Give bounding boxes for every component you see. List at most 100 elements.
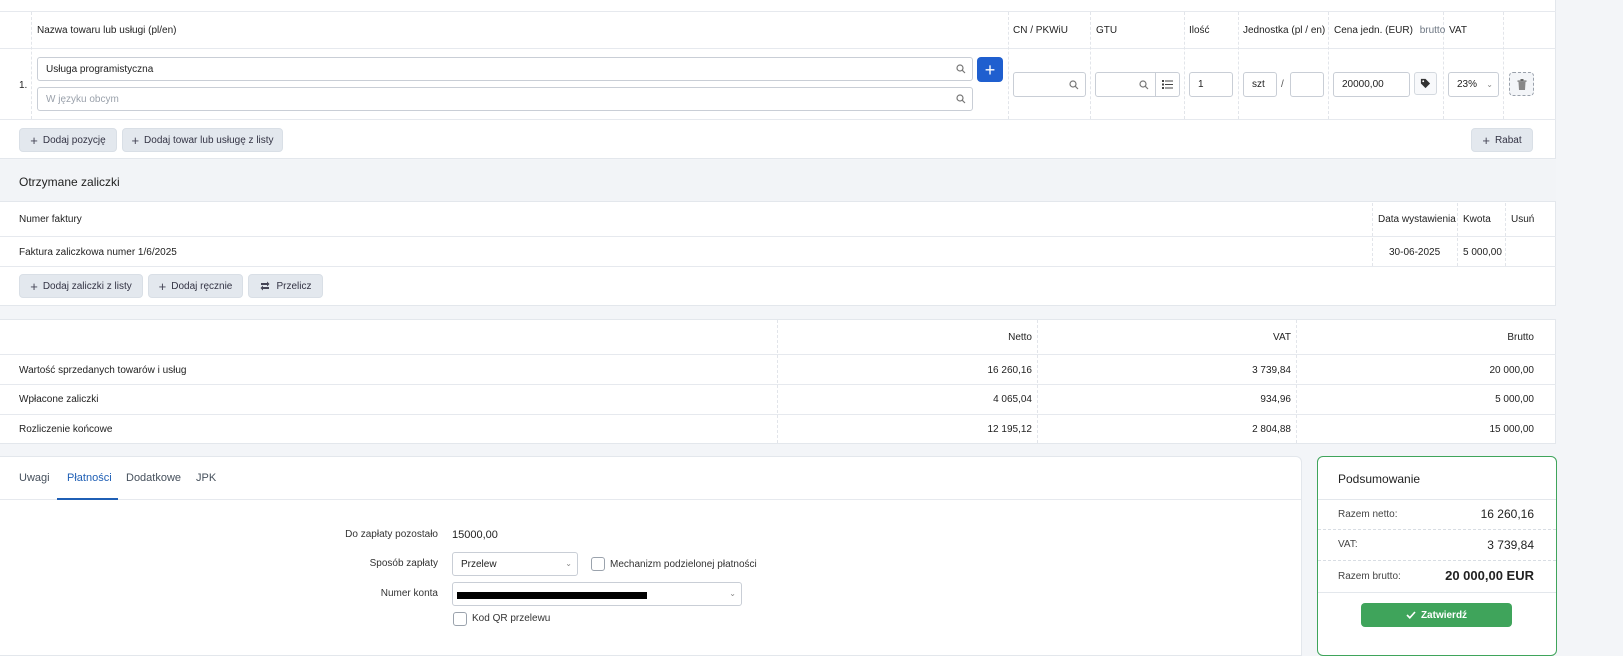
items-header-divider [0, 48, 1556, 49]
col-sep [1505, 203, 1506, 266]
advance-date: 30-06-2025 [1389, 247, 1441, 258]
header-gtu: GTU [1096, 25, 1118, 36]
item-name-value: Usługa programistyczna [46, 63, 154, 75]
gtu-list-button[interactable] [1155, 72, 1180, 97]
plus-icon: + [30, 278, 38, 294]
advances-header-invoice: Numer faktury [19, 214, 82, 225]
advances-header-date: Data wystawienia [1378, 214, 1456, 225]
summary-gross-label: Razem brutto: [1338, 571, 1401, 582]
vat-value: 23% [1457, 79, 1478, 90]
tab-additional[interactable]: Dodatkowe [126, 472, 181, 484]
row-index: 1. [19, 80, 28, 91]
header-unit: Jednostka (pl / en) [1243, 25, 1326, 36]
summary-divider [1318, 592, 1556, 593]
header-price-mode[interactable]: brutto [1420, 25, 1446, 36]
tab-payments[interactable]: Płatności [67, 472, 112, 484]
trash-icon [1517, 78, 1526, 90]
discount-button[interactable]: + Rabat [1471, 128, 1533, 152]
add-position-button[interactable]: + Dodaj pozycję [19, 128, 117, 152]
summary-divider [1318, 529, 1556, 530]
advances-row-divider [0, 266, 1556, 267]
payment-method-value: Przelew [461, 558, 497, 570]
tab-notes[interactable]: Uwagi [19, 472, 50, 484]
summary-divider [1318, 499, 1556, 500]
summary-title: Podsumowanie [1338, 472, 1421, 486]
quantity-input[interactable]: 1 [1189, 72, 1233, 97]
totals-header-gross: Brutto [1507, 332, 1534, 343]
quantity-value: 1 [1198, 79, 1204, 90]
advances-header-bar [0, 160, 1556, 202]
totals-panel [0, 319, 1556, 444]
price-value: 20000,00 [1342, 79, 1384, 90]
chevron-down-icon: ⌄ [729, 589, 736, 598]
vat-select[interactable]: 23% ⌄ [1448, 72, 1499, 97]
col-sep [1328, 12, 1329, 119]
recalculate-button[interactable]: Przelicz [248, 274, 323, 298]
price-input[interactable]: 20000,00 [1333, 72, 1410, 97]
advances-header-remove: Usuń [1511, 214, 1535, 225]
add-manual-label: Dodaj ręcznie [171, 280, 233, 292]
add-item-plus-button[interactable]: + [977, 57, 1003, 82]
payment-method-select[interactable]: Przelew ⌄ [452, 552, 578, 576]
unit-en-input[interactable] [1290, 72, 1324, 97]
header-price: Cena jedn. (EUR) brutto [1334, 25, 1445, 36]
add-from-list-label: Dodaj towar lub usługę z listy [144, 134, 274, 146]
tag-icon [1420, 78, 1431, 89]
chevron-down-icon: ⌄ [565, 559, 572, 568]
totals-row-label: Wartość sprzedanych towarów i usług [19, 365, 187, 376]
items-top-border [0, 11, 1556, 12]
col-sep [1184, 12, 1185, 119]
plus-icon: + [158, 278, 167, 294]
redacted-account-number [457, 592, 647, 599]
col-sep [1296, 320, 1297, 443]
cn-input[interactable] [1013, 72, 1086, 97]
unit-pl-value: szt [1252, 79, 1265, 90]
col-sep [1457, 203, 1458, 266]
col-sep [1037, 320, 1038, 443]
details-panel [0, 456, 1302, 656]
advances-title: Otrzymane zaliczki [19, 175, 120, 189]
totals-row-vat: 934,96 [1260, 394, 1291, 405]
unit-pl-input[interactable]: szt [1243, 72, 1277, 97]
col-sep [1503, 12, 1504, 119]
plus-icon: + [30, 132, 38, 148]
delete-row-button[interactable] [1509, 72, 1534, 96]
split-payment-checkbox[interactable] [591, 557, 605, 571]
totals-row-net: 16 260,16 [987, 365, 1033, 376]
totals-row-label: Wpłacone zaliczki [19, 394, 99, 405]
search-icon [956, 94, 966, 104]
summary-net-value: 16 260,16 [1480, 507, 1534, 521]
totals-header-divider [0, 354, 1556, 355]
gtu-input[interactable] [1095, 72, 1156, 97]
summary-net-label: Razem netto: [1338, 509, 1398, 520]
confirm-button[interactable]: Zatwierdź [1361, 603, 1512, 627]
totals-row-vat: 2 804,88 [1252, 424, 1291, 435]
add-advances-from-list-button[interactable]: + Dodaj zaliczki z listy [19, 274, 143, 298]
items-row-divider [0, 119, 1556, 120]
add-manual-button[interactable]: + Dodaj ręcznie [148, 274, 243, 298]
col-sep [777, 320, 778, 443]
item-foreign-name-input[interactable]: W języku obcym [37, 87, 973, 111]
qr-code-checkbox[interactable] [453, 612, 467, 626]
discount-label: Rabat [1494, 134, 1522, 146]
account-number-select[interactable]: ⌄ [452, 582, 742, 606]
plus-icon: + [984, 59, 996, 80]
header-name: Nazwa towaru lub usługi (pl/en) [37, 25, 177, 36]
confirm-label: Zatwierdź [1420, 609, 1468, 621]
header-qty: Ilość [1189, 25, 1210, 36]
search-icon [1069, 79, 1079, 89]
tab-jpk[interactable]: JPK [196, 472, 216, 484]
advance-invoice: Faktura zaliczkowa numer 1/6/2025 [19, 247, 177, 258]
price-tag-button[interactable] [1414, 72, 1437, 95]
search-icon [956, 64, 966, 74]
item-name-input[interactable]: Usługa programistyczna [37, 57, 973, 81]
advances-header-divider [0, 236, 1556, 237]
add-advances-from-list-label: Dodaj zaliczki z listy [42, 280, 132, 292]
add-position-label: Dodaj pozycję [42, 134, 106, 146]
totals-row-label: Rozliczenie końcowe [19, 424, 113, 435]
summary-divider [1318, 560, 1556, 561]
totals-row-divider [0, 414, 1556, 415]
tabs-divider [0, 499, 1301, 500]
add-from-list-button[interactable]: + Dodaj towar lub usługę z listy [122, 128, 283, 152]
plus-icon: + [131, 132, 140, 148]
